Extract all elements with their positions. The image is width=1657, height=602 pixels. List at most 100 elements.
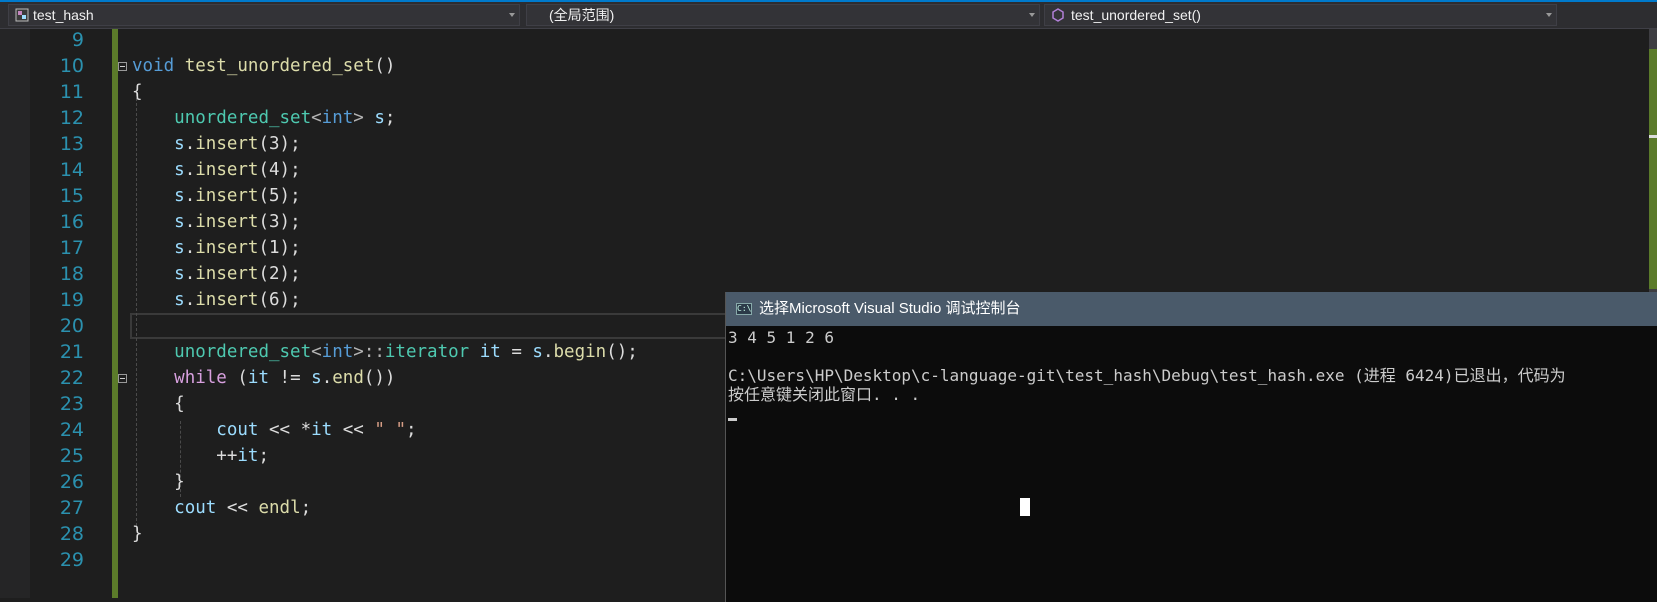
code-line[interactable]: 12 unordered_set<int> s;	[0, 105, 1657, 131]
code-token: << *	[258, 420, 312, 440]
code-line[interactable]: 11 {	[0, 79, 1657, 105]
code-token: .	[184, 212, 196, 232]
code-token: it	[311, 420, 333, 440]
line-number: 22	[59, 367, 84, 389]
code-text: s.insert(4);	[132, 157, 301, 183]
line-number: 21	[59, 341, 84, 363]
code-token: s	[311, 368, 322, 388]
code-token: " "	[374, 420, 406, 440]
code-token: it	[237, 446, 259, 466]
line-number: 10	[59, 55, 84, 77]
project-icon	[15, 8, 29, 22]
line-number: 26	[59, 471, 84, 493]
project-label: test_hash	[33, 7, 94, 23]
code-text: cout << *it << " ";	[132, 417, 416, 443]
code-line[interactable]: 17 s.insert(1);	[0, 235, 1657, 261]
code-token: s	[174, 160, 185, 180]
code-token: ;	[300, 498, 312, 518]
line-number: 18	[59, 263, 84, 285]
code-token: iterator	[384, 342, 470, 362]
code-text: s.insert(3);	[132, 131, 300, 157]
code-token: insert	[195, 290, 259, 310]
code-token: s	[374, 108, 385, 128]
code-token: ();	[606, 342, 638, 362]
code-token: insert	[195, 238, 259, 258]
code-token: ++	[132, 446, 238, 466]
code-text: unordered_set<int> s;	[132, 105, 395, 131]
code-text: {	[132, 391, 185, 417]
code-token: .	[184, 186, 196, 206]
code-text: s.insert(5);	[132, 183, 300, 209]
chevron-down-icon[interactable]	[1546, 13, 1552, 17]
code-token: int	[321, 108, 354, 128]
line-number: 28	[59, 523, 84, 545]
code-token: (1);	[258, 238, 301, 258]
code-token: s	[174, 238, 185, 258]
code-token: {	[132, 394, 185, 414]
console-title-bar[interactable]: C:\ 选择Microsoft Visual Studio 调试控制台	[726, 292, 1657, 326]
chevron-down-icon[interactable]	[1029, 13, 1035, 17]
code-text: s.insert(3);	[132, 209, 301, 235]
code-token: cout	[174, 498, 217, 518]
code-token: (4);	[258, 160, 301, 180]
navigation-bar: test_hash (全局范围) test_unordered_set()	[0, 2, 1657, 29]
code-token: <<	[332, 420, 375, 440]
code-token: end	[332, 368, 364, 388]
code-token: insert	[195, 134, 259, 154]
code-line[interactable]: 13 s.insert(3);	[0, 131, 1657, 157]
code-token: =	[500, 342, 533, 362]
project-dropdown[interactable]: test_hash	[8, 4, 520, 26]
code-token: unordered_set	[174, 342, 312, 362]
code-token: cout	[216, 420, 259, 440]
code-token: while	[174, 368, 227, 388]
method-icon	[1052, 8, 1064, 22]
code-text: s.insert(2);	[132, 261, 301, 287]
change-marker	[1649, 49, 1657, 289]
code-token: (3);	[258, 212, 301, 232]
code-line[interactable]: 15 s.insert(5);	[0, 183, 1657, 209]
line-number: 19	[59, 289, 84, 311]
line-number: 15	[59, 185, 84, 207]
code-token: .	[184, 264, 196, 284]
code-token: it	[247, 368, 269, 388]
code-token: s	[174, 264, 185, 284]
code-line[interactable]: 9	[0, 27, 1657, 53]
code-token: (2);	[258, 264, 301, 284]
code-token: (	[226, 368, 248, 388]
member-dropdown[interactable]: test_unordered_set()	[1044, 4, 1557, 26]
scope-dropdown[interactable]: (全局范围)	[526, 4, 1040, 26]
code-text: unordered_set<int>::iterator it = s.begi…	[132, 339, 638, 365]
code-line[interactable]: 14 s.insert(4);	[0, 157, 1657, 183]
scope-label: (全局范围)	[549, 7, 615, 23]
line-number: 27	[59, 497, 84, 519]
line-number: 16	[59, 211, 84, 233]
code-line[interactable]: 16 s.insert(3);	[0, 209, 1657, 235]
code-token: s	[532, 342, 543, 362]
code-token: {	[132, 82, 143, 102]
code-text: }	[132, 469, 185, 495]
code-text: {	[132, 79, 143, 105]
code-token: insert	[195, 212, 259, 232]
line-number: 11	[59, 81, 84, 103]
code-token: endl	[258, 498, 301, 518]
code-token: .	[321, 368, 333, 388]
code-line[interactable]: 18 s.insert(2);	[0, 261, 1657, 287]
code-text: }	[132, 521, 143, 547]
code-token: .	[184, 290, 196, 310]
code-token: }	[132, 524, 143, 544]
code-line[interactable]: 10 void test_unordered_set()	[0, 53, 1657, 79]
console-exit-message: C:\Users\HP\Desktop\c-language-git\test_…	[728, 366, 1566, 385]
code-token: s	[174, 134, 185, 154]
line-number: 12	[59, 107, 84, 129]
debug-console-window[interactable]: C:\ 选择Microsoft Visual Studio 调试控制台 3 4 …	[725, 292, 1657, 602]
code-token: s	[174, 290, 185, 310]
chevron-down-icon[interactable]	[509, 13, 515, 17]
code-token: unordered_set	[174, 108, 312, 128]
